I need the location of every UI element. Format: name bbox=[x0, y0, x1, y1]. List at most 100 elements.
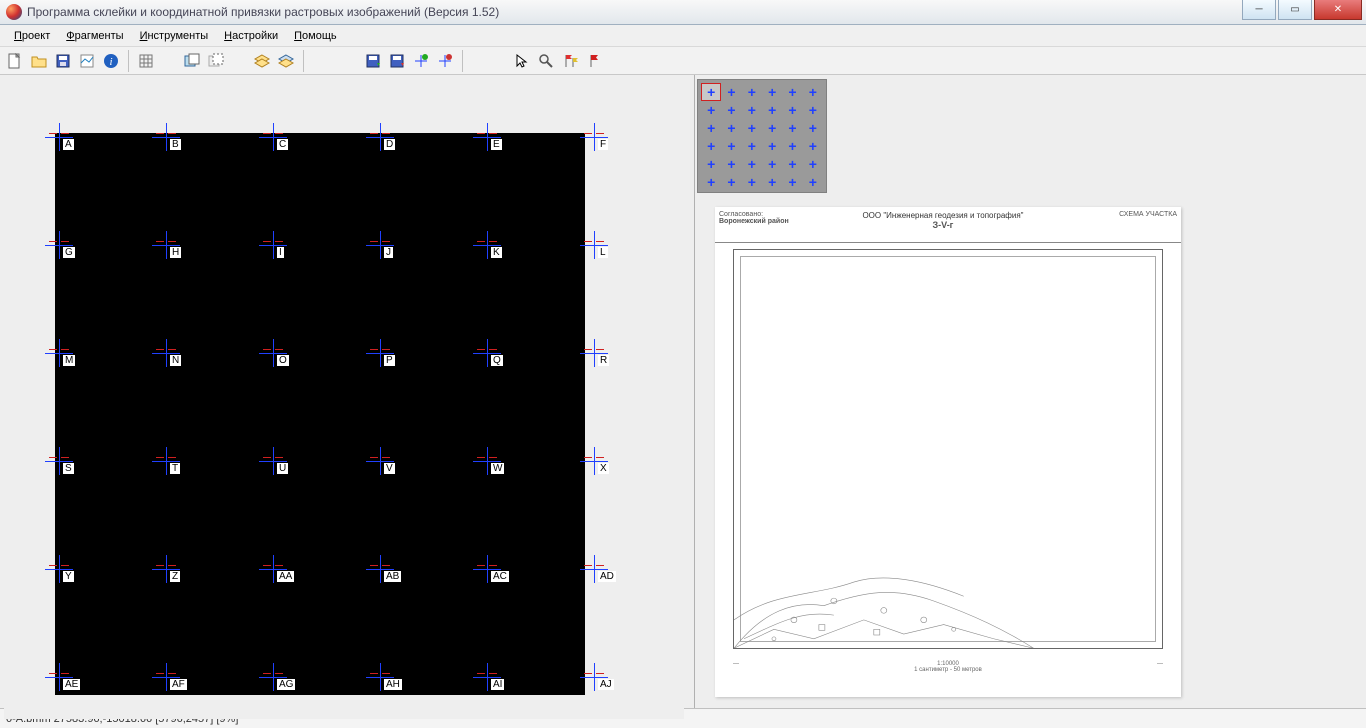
grid-point[interactable]: W bbox=[487, 461, 507, 477]
grid-point[interactable]: V bbox=[380, 461, 400, 477]
close-button[interactable]: ✕ bbox=[1314, 0, 1362, 20]
grid-icon[interactable] bbox=[135, 50, 157, 72]
grid-point[interactable]: K bbox=[487, 245, 507, 261]
grid-point[interactable]: D bbox=[380, 137, 400, 153]
raster-panel[interactable]: ABCDEFGHIJKLMNOPQRSTUVWXYZAAABACADAEAFAG… bbox=[4, 79, 684, 719]
grid-point[interactable]: AH bbox=[380, 677, 400, 693]
overview-cell[interactable]: + bbox=[783, 102, 801, 118]
overview-cell[interactable]: + bbox=[722, 84, 740, 100]
overview-cell[interactable]: + bbox=[722, 120, 740, 136]
grid-point[interactable]: S bbox=[59, 461, 79, 477]
flag-icon[interactable] bbox=[583, 50, 605, 72]
overview-cell[interactable]: + bbox=[743, 102, 761, 118]
overview-cell[interactable]: + bbox=[783, 138, 801, 154]
marker-green-icon[interactable] bbox=[410, 50, 432, 72]
grid-point[interactable]: C bbox=[273, 137, 293, 153]
grid-point[interactable]: AJ bbox=[594, 677, 614, 693]
overview-cell[interactable]: + bbox=[743, 174, 761, 190]
grid-point[interactable]: P bbox=[380, 353, 400, 369]
minimize-button[interactable]: ─ bbox=[1242, 0, 1276, 20]
overview-cell[interactable]: + bbox=[702, 156, 720, 172]
menu-fragments[interactable]: Фрагменты bbox=[58, 28, 131, 44]
overview-cell[interactable]: + bbox=[702, 102, 720, 118]
grid-point[interactable]: H bbox=[166, 245, 186, 261]
grid-point[interactable]: N bbox=[166, 353, 186, 369]
grid-point[interactable]: F bbox=[594, 137, 614, 153]
fragment-add-icon[interactable] bbox=[181, 50, 203, 72]
overview-cell[interactable]: + bbox=[804, 120, 822, 136]
grid-point[interactable]: G bbox=[59, 245, 79, 261]
grid-point[interactable]: J bbox=[380, 245, 400, 261]
grid-point[interactable]: B bbox=[166, 137, 186, 153]
grid-point[interactable]: L bbox=[594, 245, 614, 261]
menu-help[interactable]: Помощь bbox=[286, 28, 345, 44]
grid-point[interactable]: AF bbox=[166, 677, 186, 693]
export-disk2-icon[interactable] bbox=[386, 50, 408, 72]
fragment-transparent-icon[interactable] bbox=[205, 50, 227, 72]
overview-grid[interactable]: ++++++++++++++++++++++++++++++++++++ bbox=[697, 79, 827, 193]
overview-cell[interactable]: + bbox=[763, 102, 781, 118]
grid-point[interactable]: A bbox=[59, 137, 79, 153]
grid-point[interactable]: AE bbox=[59, 677, 79, 693]
grid-point[interactable]: AA bbox=[273, 569, 293, 585]
layers-copy-icon[interactable] bbox=[275, 50, 297, 72]
overview-cell[interactable]: + bbox=[702, 120, 720, 136]
overview-cell[interactable]: + bbox=[763, 84, 781, 100]
grid-point[interactable]: AI bbox=[487, 677, 507, 693]
overview-cell[interactable]: + bbox=[743, 120, 761, 136]
grid-point[interactable]: Y bbox=[59, 569, 79, 585]
overview-cell[interactable]: + bbox=[743, 84, 761, 100]
grid-point[interactable]: X bbox=[594, 461, 614, 477]
overview-cell[interactable]: + bbox=[763, 138, 781, 154]
overview-cell[interactable]: + bbox=[804, 102, 822, 118]
raster-image[interactable] bbox=[55, 133, 585, 695]
overview-cell[interactable]: + bbox=[783, 84, 801, 100]
grid-point[interactable]: Q bbox=[487, 353, 507, 369]
overview-cell[interactable]: + bbox=[722, 102, 740, 118]
topo-icon[interactable] bbox=[76, 50, 98, 72]
grid-point[interactable]: AG bbox=[273, 677, 293, 693]
preview-sheet[interactable]: Согласовано: Воронежский район ООО "Инже… bbox=[715, 207, 1181, 697]
grid-point[interactable]: Z bbox=[166, 569, 186, 585]
overview-cell[interactable]: + bbox=[702, 84, 720, 100]
overview-cell[interactable]: + bbox=[763, 156, 781, 172]
overview-cell[interactable]: + bbox=[783, 156, 801, 172]
flags-icon[interactable] bbox=[559, 50, 581, 72]
grid-point[interactable]: AD bbox=[594, 569, 614, 585]
open-folder-icon[interactable] bbox=[28, 50, 50, 72]
overview-cell[interactable]: + bbox=[702, 174, 720, 190]
menu-settings[interactable]: Настройки bbox=[216, 28, 286, 44]
maximize-button[interactable]: ▭ bbox=[1278, 0, 1312, 20]
grid-point[interactable]: O bbox=[273, 353, 293, 369]
overview-cell[interactable]: + bbox=[804, 84, 822, 100]
overview-cell[interactable]: + bbox=[763, 120, 781, 136]
overview-cell[interactable]: + bbox=[804, 138, 822, 154]
export-disk-icon[interactable] bbox=[362, 50, 384, 72]
overview-cell[interactable]: + bbox=[722, 174, 740, 190]
menu-tools[interactable]: Инструменты bbox=[132, 28, 217, 44]
zoom-icon[interactable] bbox=[535, 50, 557, 72]
grid-point[interactable]: M bbox=[59, 353, 79, 369]
new-doc-icon[interactable] bbox=[4, 50, 26, 72]
grid-point[interactable]: AB bbox=[380, 569, 400, 585]
grid-point[interactable]: E bbox=[487, 137, 507, 153]
grid-point[interactable]: I bbox=[273, 245, 293, 261]
marker-red-icon[interactable] bbox=[434, 50, 456, 72]
info-icon[interactable]: i bbox=[100, 50, 122, 72]
grid-point[interactable]: AC bbox=[487, 569, 507, 585]
overview-cell[interactable]: + bbox=[743, 138, 761, 154]
grid-point[interactable]: U bbox=[273, 461, 293, 477]
overview-cell[interactable]: + bbox=[722, 138, 740, 154]
grid-point[interactable]: R bbox=[594, 353, 614, 369]
overview-cell[interactable]: + bbox=[804, 156, 822, 172]
overview-cell[interactable]: + bbox=[783, 120, 801, 136]
overview-cell[interactable]: + bbox=[743, 156, 761, 172]
menu-project[interactable]: Проект bbox=[6, 28, 58, 44]
overview-cell[interactable]: + bbox=[804, 174, 822, 190]
layers-icon[interactable] bbox=[251, 50, 273, 72]
cursor-icon[interactable] bbox=[511, 50, 533, 72]
save-icon[interactable] bbox=[52, 50, 74, 72]
overview-cell[interactable]: + bbox=[763, 174, 781, 190]
overview-cell[interactable]: + bbox=[722, 156, 740, 172]
grid-point[interactable]: T bbox=[166, 461, 186, 477]
